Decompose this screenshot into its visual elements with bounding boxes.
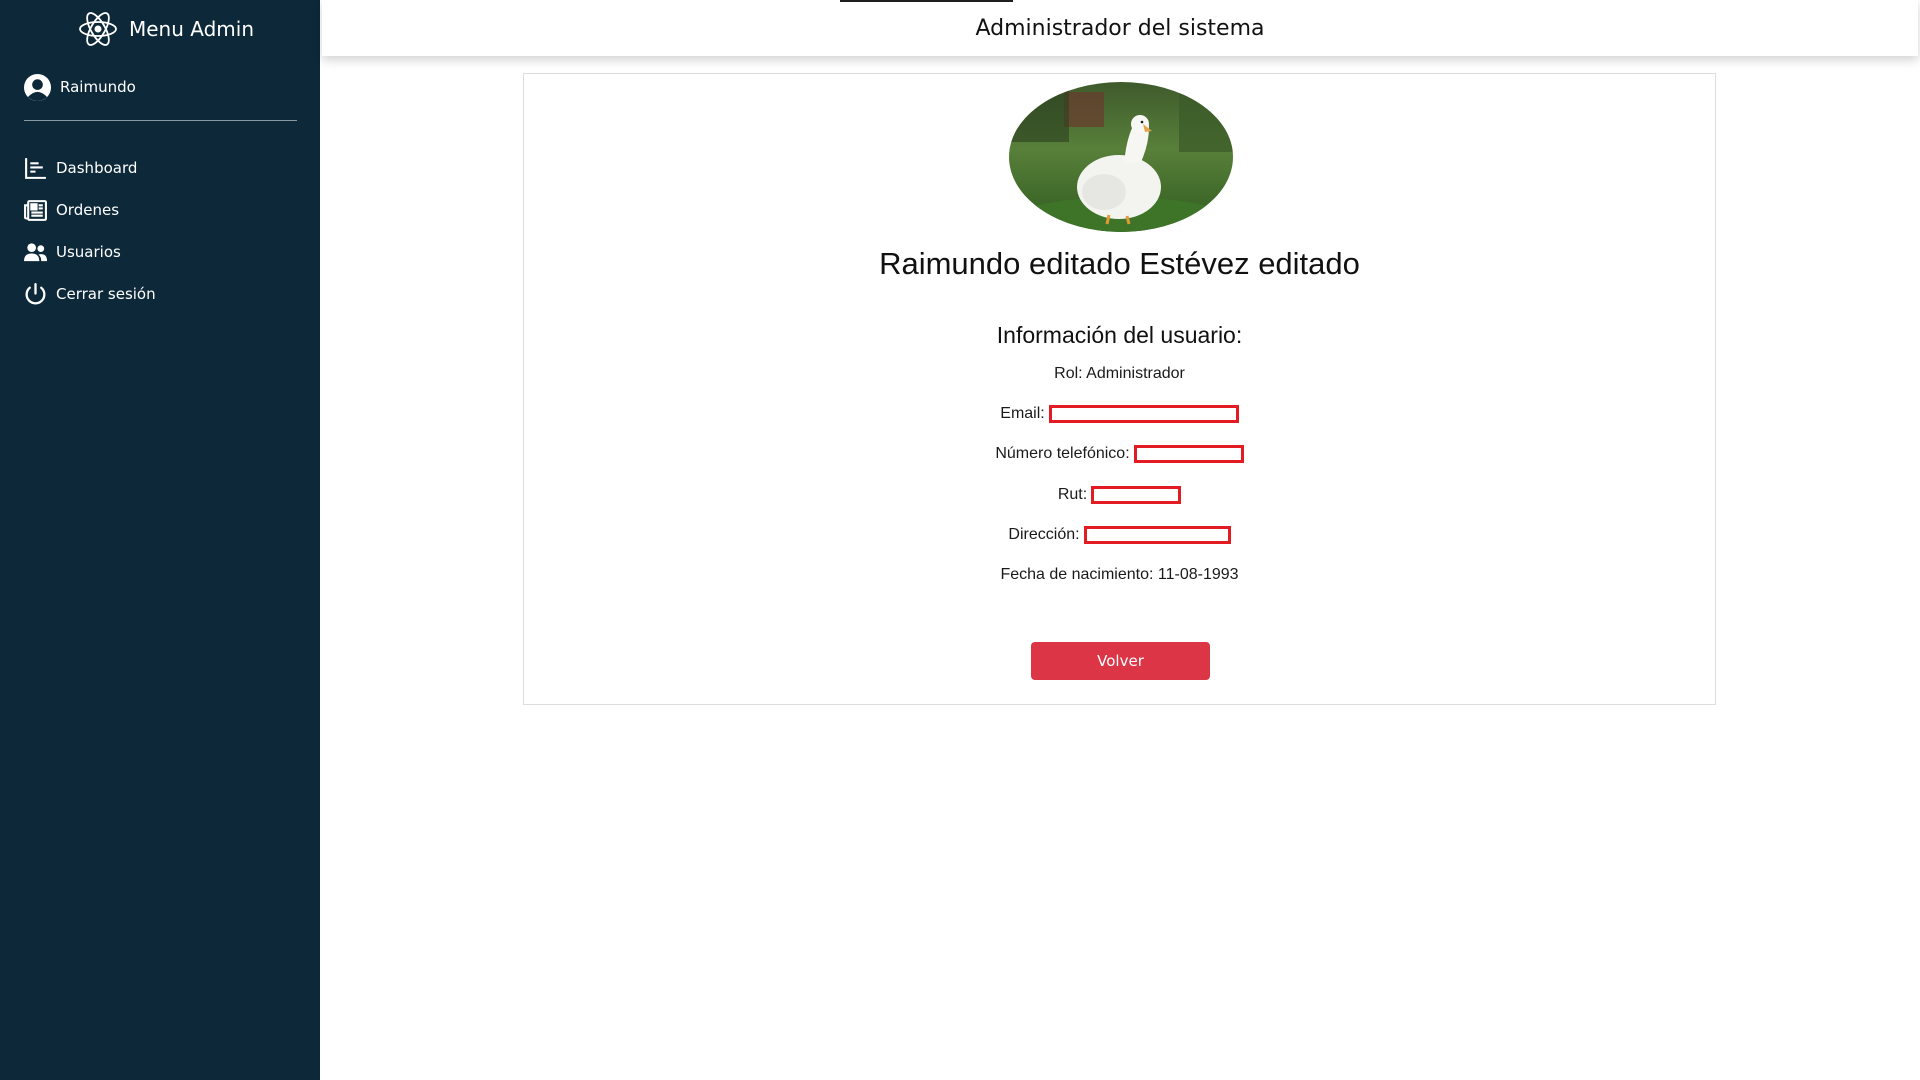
sidebar-item-ordenes[interactable]: Ordenes xyxy=(23,195,156,225)
profile-photo xyxy=(1009,82,1233,232)
address-label: Dirección: xyxy=(1008,526,1080,544)
back-button[interactable]: Volver xyxy=(1031,642,1210,680)
chart-icon xyxy=(25,157,46,179)
user-detail-card: Raimundo editado Estévez editado Informa… xyxy=(523,73,1716,705)
sidebar-item-label: Cerrar sesión xyxy=(56,285,156,303)
user-birthdate: Fecha de nacimiento: 11-08-1993 xyxy=(524,566,1715,584)
email-label: Email: xyxy=(1000,405,1045,423)
user-rut: Rut: xyxy=(524,486,1715,504)
section-title: Información del usuario: xyxy=(996,322,1243,348)
user-full-name: Raimundo editado Estévez editado xyxy=(879,246,1360,281)
role-text: Rol: Administrador xyxy=(1054,365,1185,382)
user-name: Raimundo xyxy=(60,78,136,96)
power-icon xyxy=(25,282,46,304)
phone-label: Número telefónico: xyxy=(995,445,1130,463)
sidebar-item-dashboard[interactable]: Dashboard xyxy=(23,153,156,183)
rut-label: Rut: xyxy=(1057,486,1088,504)
user-role: Rol: Administrador xyxy=(524,365,1715,383)
top-bar-accent xyxy=(840,0,1013,2)
duck-photo xyxy=(1009,82,1233,232)
user-address: Dirección: xyxy=(524,526,1715,544)
sidebar-item-label: Ordenes xyxy=(56,201,120,219)
brand[interactable]: Menu Admin xyxy=(77,8,254,50)
user-email: Email: xyxy=(524,405,1715,423)
newspaper-icon xyxy=(24,199,47,221)
brand-title: Menu Admin xyxy=(129,17,255,41)
avatar-icon xyxy=(23,73,52,101)
sidebar-nav: Dashboard Ordenes Usuarios Cerrar sesión xyxy=(23,153,156,321)
user-phone: Número telefónico: xyxy=(524,445,1715,463)
sidebar-item-cerrar-sesion[interactable]: Cerrar sesión xyxy=(23,279,156,309)
sidebar: Menu Admin Raimundo Dashboard Ordenes Us… xyxy=(0,0,320,1080)
sidebar-item-usuarios[interactable]: Usuarios xyxy=(23,237,156,267)
sidebar-item-label: Usuarios xyxy=(56,243,121,261)
users-icon xyxy=(23,242,48,261)
email-redacted xyxy=(1048,405,1239,423)
page-title: Administrador del sistema xyxy=(975,15,1265,41)
sidebar-item-label: Dashboard xyxy=(56,159,138,177)
address-redacted xyxy=(1083,526,1231,544)
rut-redacted xyxy=(1091,486,1182,504)
birth-text: Fecha de nacimiento: 11-08-1993 xyxy=(1000,566,1239,583)
top-bar: Administrador del sistema xyxy=(322,0,1918,56)
phone-redacted xyxy=(1133,445,1244,463)
atom-react-icon xyxy=(79,12,117,46)
sidebar-divider xyxy=(24,120,297,121)
current-user[interactable]: Raimundo xyxy=(23,72,136,102)
